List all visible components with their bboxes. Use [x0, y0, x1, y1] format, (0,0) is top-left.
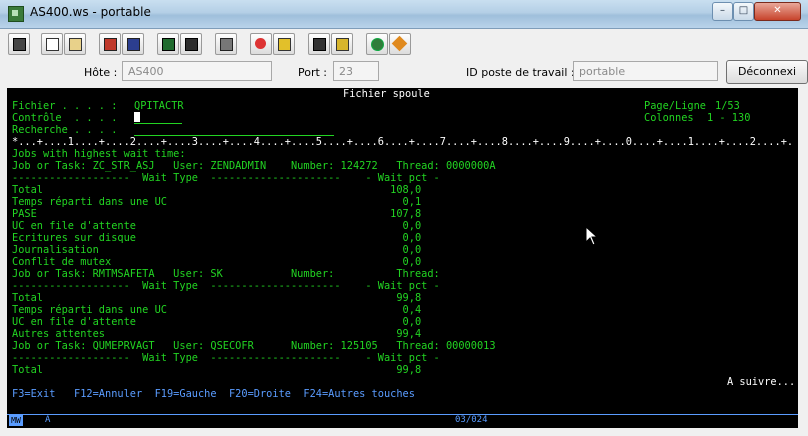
receive-icon[interactable]	[122, 33, 144, 55]
colonnes-label: Colonnes	[644, 112, 694, 124]
controle-underline	[134, 123, 182, 124]
macro-icon[interactable]	[180, 33, 202, 55]
paste-icon[interactable]	[64, 33, 86, 55]
record-icon[interactable]	[250, 33, 272, 55]
globe-icon[interactable]	[366, 33, 388, 55]
host-label: Hôte :	[84, 66, 118, 79]
edit-icon[interactable]	[389, 33, 411, 55]
fichier-label: Fichier . . . . :	[12, 100, 118, 112]
report-line: Total 99,8	[12, 292, 422, 304]
port-field[interactable]: 23	[333, 61, 379, 81]
report-line: ------------------- Wait Type ----------…	[12, 280, 440, 292]
report-line: Journalisation 0,0	[12, 244, 422, 256]
report-line: ------------------- Wait Type ----------…	[12, 352, 440, 364]
column-ruler: *...+....1....+....2....+....3....+....4…	[12, 136, 792, 148]
send-icon[interactable]	[99, 33, 121, 55]
report-line: Ecritures sur disque 0,0	[12, 232, 422, 244]
controle-label: Contrôle . . . .	[12, 112, 118, 124]
colonnes-value: 1 - 130	[707, 112, 751, 124]
report-line: PASE 107,8	[12, 208, 422, 220]
mouse-pointer-icon	[585, 226, 599, 246]
play-icon[interactable]	[273, 33, 295, 55]
report-line: Conflit de mutex 0,0	[12, 256, 422, 268]
page-value: 1/53	[715, 100, 740, 112]
port-label: Port :	[298, 66, 328, 79]
report-line: Autres attentes 99,4	[12, 328, 422, 340]
report-line: Job or Task: QUMEPRVAGT User: QSECOFR Nu…	[12, 340, 496, 352]
status-separator	[7, 414, 798, 415]
display-icon[interactable]	[157, 33, 179, 55]
terminal-screen[interactable]: Fichier spoule Fichier . . . . : QPITACT…	[7, 88, 798, 414]
report-line: Total 108,0	[12, 184, 422, 196]
recherche-label: Recherche . . . .	[12, 124, 118, 136]
function-keys: F3=Exit F12=Annuler F19=Gauche F20=Droit…	[12, 388, 415, 400]
mode-indicator: MW	[9, 415, 23, 426]
report-line: Total 99,8	[12, 364, 422, 376]
disconnect-button[interactable]: Déconnexi	[726, 60, 808, 84]
screen-header: Fichier spoule	[343, 88, 430, 100]
copy-icon[interactable]	[41, 33, 63, 55]
page-label: Page/Ligne	[644, 100, 706, 112]
print-icon[interactable]	[8, 33, 30, 55]
app-icon	[8, 6, 24, 22]
station-label: ID poste de travail :	[466, 66, 575, 79]
report-line: UC en file d'attente 0,0	[12, 220, 422, 232]
maximize-button[interactable]: □	[733, 2, 754, 21]
report-line: Temps réparti dans une UC 0,1	[12, 196, 422, 208]
keyboard-icon[interactable]	[215, 33, 237, 55]
report-line: UC en file d'attente 0,0	[12, 316, 422, 328]
stop-icon[interactable]	[308, 33, 330, 55]
host-field[interactable]: AS400	[122, 61, 272, 81]
input-indicator: A	[45, 415, 51, 425]
report-line: Temps réparti dans une UC 0,4	[12, 304, 422, 316]
close-button[interactable]: ✕	[754, 2, 801, 21]
more-indicator: A suivre...	[727, 376, 796, 388]
minimize-button[interactable]: –	[712, 2, 733, 21]
fichier-value: QPITACTR	[134, 100, 184, 112]
pause-icon[interactable]	[331, 33, 353, 55]
text-cursor	[134, 112, 140, 122]
connection-bar: Hôte : AS400 Port : 23 ID poste de trava…	[4, 59, 808, 87]
cursor-position: 03/024	[455, 415, 488, 425]
toolbar	[4, 30, 804, 56]
window-title: AS400.ws - portable	[30, 5, 151, 19]
report-line: Job or Task: RMTMSAFETA User: SK Number:…	[12, 268, 440, 280]
status-line: MW A 03/024	[7, 414, 798, 428]
report-line: Jobs with highest wait time:	[12, 148, 186, 160]
station-field[interactable]: portable	[573, 61, 718, 81]
report-line: Job or Task: ZC_STR_ASJ User: ZENDADMIN …	[12, 160, 496, 172]
report-line: ------------------- Wait Type ----------…	[12, 172, 440, 184]
title-bar[interactable]: AS400.ws - portable – □ ✕	[0, 0, 808, 29]
